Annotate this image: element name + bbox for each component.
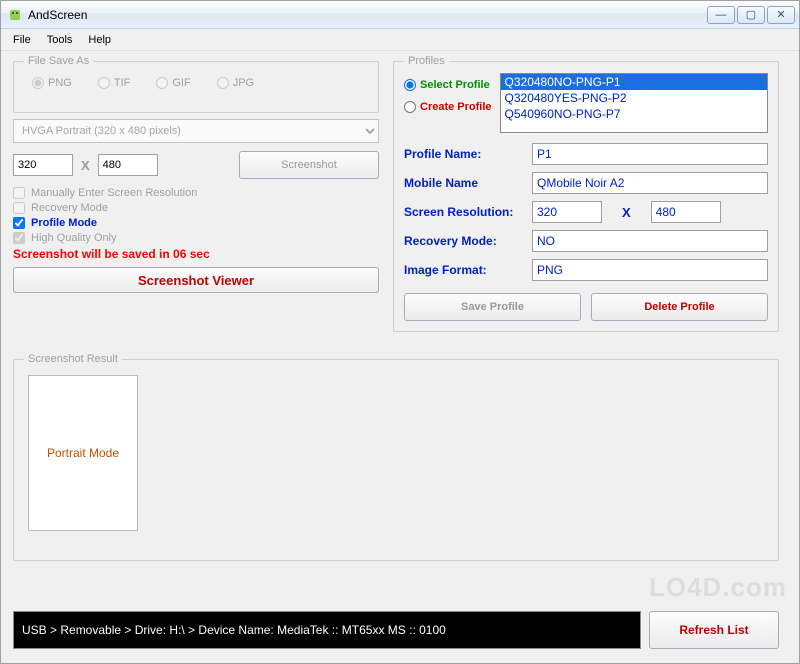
- profile-list-item[interactable]: Q320480NO-PNG-P1: [501, 74, 767, 90]
- watermark: LO4D.com: [649, 572, 787, 603]
- res-height-input[interactable]: [651, 201, 721, 223]
- status-bar: USB > Removable > Drive: H:\ > Device Na…: [13, 611, 641, 649]
- mobile-name-input[interactable]: [532, 172, 768, 194]
- file-save-as-group: File Save As PNG TIF GIF JPG: [13, 55, 379, 113]
- screenshot-button[interactable]: Screenshot: [239, 151, 379, 179]
- menu-tools[interactable]: Tools: [39, 32, 81, 48]
- delete-profile-button[interactable]: Delete Profile: [591, 293, 768, 321]
- profile-list[interactable]: Q320480NO-PNG-P1 Q320480YES-PNG-P2 Q5409…: [500, 73, 768, 133]
- profiles-group: Profiles Select Profile Create Profile Q…: [393, 55, 779, 332]
- screenshot-result-legend: Screenshot Result: [24, 353, 122, 365]
- format-tif-radio[interactable]: TIF: [98, 77, 131, 89]
- recovery-input[interactable]: [532, 230, 768, 252]
- recovery-label: Recovery Mode:: [404, 234, 532, 248]
- maximize-button[interactable]: ▢: [737, 6, 765, 24]
- x-separator: X: [81, 158, 90, 173]
- menubar: File Tools Help: [1, 29, 799, 51]
- screen-res-label: Screen Resolution:: [404, 205, 532, 219]
- height-input[interactable]: [98, 154, 158, 176]
- resolution-combo[interactable]: HVGA Portrait (320 x 480 pixels): [13, 119, 379, 143]
- format-png-radio[interactable]: PNG: [32, 77, 72, 89]
- countdown-text: Screenshot will be saved in 06 sec: [13, 247, 379, 261]
- profile-name-label: Profile Name:: [404, 147, 532, 161]
- profile-mode-check[interactable]: Profile Mode: [13, 217, 379, 229]
- width-input[interactable]: [13, 154, 73, 176]
- refresh-list-button[interactable]: Refresh List: [649, 611, 779, 649]
- file-save-as-legend: File Save As: [24, 55, 93, 67]
- menu-file[interactable]: File: [5, 32, 39, 48]
- manual-res-check[interactable]: Manually Enter Screen Resolution: [13, 187, 379, 199]
- res-x-separator: X: [606, 205, 647, 220]
- profiles-legend: Profiles: [404, 55, 449, 67]
- format-input[interactable]: [532, 259, 768, 281]
- res-width-input[interactable]: [532, 201, 602, 223]
- menu-help[interactable]: Help: [80, 32, 119, 48]
- profile-name-input[interactable]: [532, 143, 768, 165]
- mobile-name-label: Mobile Name: [404, 176, 532, 190]
- profile-list-item[interactable]: Q540960NO-PNG-P7: [501, 106, 767, 122]
- create-profile-radio[interactable]: Create Profile: [404, 101, 492, 113]
- titlebar[interactable]: AndScreen — ▢ ✕: [1, 1, 799, 29]
- minimize-button[interactable]: —: [707, 6, 735, 24]
- result-thumbnail[interactable]: Portrait Mode: [28, 375, 138, 531]
- app-window: AndScreen — ▢ ✕ File Tools Help File Sav…: [0, 0, 800, 664]
- format-gif-radio[interactable]: GIF: [156, 77, 190, 89]
- recovery-mode-check[interactable]: Recovery Mode: [13, 202, 379, 214]
- save-profile-button[interactable]: Save Profile: [404, 293, 581, 321]
- result-thumb-label: Portrait Mode: [47, 446, 119, 460]
- format-label: Image Format:: [404, 263, 532, 277]
- close-button[interactable]: ✕: [767, 6, 795, 24]
- format-jpg-radio[interactable]: JPG: [217, 77, 254, 89]
- screenshot-viewer-button[interactable]: Screenshot Viewer: [13, 267, 379, 293]
- window-title: AndScreen: [28, 8, 707, 22]
- profile-list-item[interactable]: Q320480YES-PNG-P2: [501, 90, 767, 106]
- screenshot-result-group: Screenshot Result Portrait Mode: [13, 353, 779, 561]
- select-profile-radio[interactable]: Select Profile: [404, 79, 492, 91]
- hq-only-check[interactable]: High Quality Only: [13, 232, 379, 244]
- app-icon: [7, 7, 23, 23]
